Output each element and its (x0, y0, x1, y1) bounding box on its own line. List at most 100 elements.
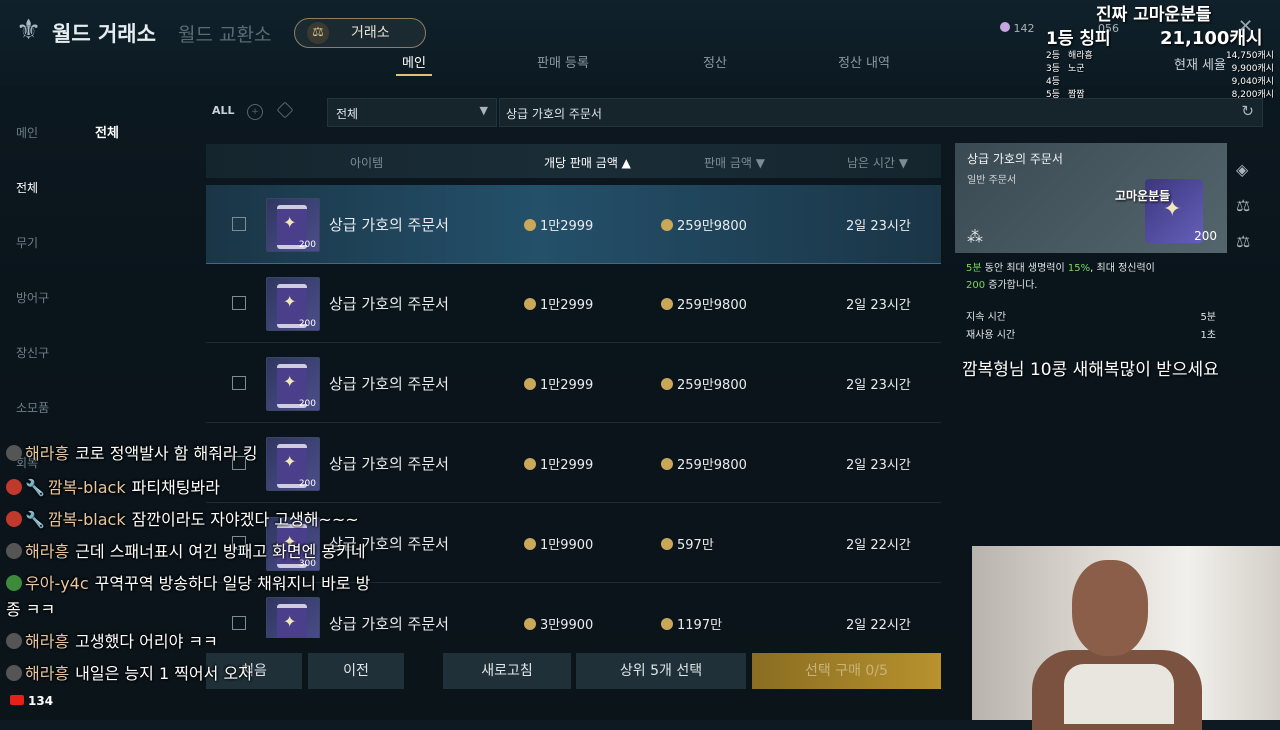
row-checkbox[interactable] (232, 376, 246, 390)
tab-world-exchange[interactable]: 월드 거래소 (52, 18, 156, 48)
coin-icon (661, 618, 673, 630)
select-top5-button[interactable]: 상위 5개 선택 (576, 653, 746, 689)
ranking-row: 3등 노군 9,900캐시 (1046, 64, 1274, 74)
chat-message: 🔧 깜복-black 잠깐이라도 자야겠다 고생해~~~ (6, 506, 359, 530)
header-price[interactable]: 판매 금액 ▼ (704, 154, 765, 171)
wrench-icon: 🔧 (25, 510, 45, 529)
ranking-row: 2등 해라흥 14,750캐시 (1046, 51, 1274, 61)
total-price: 259만9800 (661, 454, 747, 473)
table-row[interactable]: ✦ 200 상급 가호의 주문서 1만2999 259만9800 2일 23시간 (206, 264, 941, 343)
chat-message: 해라흥 근데 스패너표시 여긴 방패고 화면엔 몽키네 (6, 538, 366, 562)
time-left: 2일 23시간 (846, 298, 911, 313)
compare-icon[interactable]: ⚖ (1236, 196, 1250, 215)
table-row[interactable]: ✦ 200 상급 가호의 주문서 1만2999 259만9800 2일 23시간 (206, 185, 941, 264)
detail-qty: 200 (1194, 229, 1217, 243)
item-name: 상급 가호의 주문서 (329, 375, 449, 393)
item-name: 상급 가호의 주문서 (329, 295, 449, 313)
chevron-down-icon: ▼ (479, 104, 488, 117)
header-unit-price[interactable]: 개당 판매 금액 ▲ (544, 154, 631, 171)
close-icon[interactable]: ✕ (1238, 16, 1253, 37)
time-left: 2일 23시간 (846, 219, 911, 234)
coin-icon (524, 298, 536, 310)
sidebar-item-consumable[interactable]: 소모품 (16, 399, 49, 416)
scroll-item-icon: ✦ 200 (266, 437, 320, 491)
filter-all[interactable]: ALL (212, 104, 235, 117)
header-time[interactable]: 남은 시간 ▼ (847, 154, 908, 171)
prev-page-button[interactable]: 이전 (308, 653, 404, 689)
tab-sell-register[interactable]: 판매 등록 (537, 52, 589, 71)
refresh-icon[interactable]: ↻ (1241, 102, 1254, 120)
filter-icon[interactable]: ◈ (1236, 160, 1248, 179)
coin-icon (661, 538, 673, 550)
scroll-item-icon: ✦ 200 (266, 357, 320, 411)
scroll-item-icon: ✦ (266, 597, 320, 638)
tab-settlement-history[interactable]: 정산 내역 (838, 52, 890, 71)
chat-message: 우아-y4c 꾸역꾸역 방송하다 일당 채워지니 바로 방 (6, 570, 370, 594)
sidebar-item-armor[interactable]: 방어구 (16, 289, 49, 306)
tab-world-trade[interactable]: 월드 교환소 (178, 20, 271, 47)
avatar (6, 575, 22, 591)
time-left: 2일 22시간 (846, 538, 911, 553)
share-icon[interactable]: ⁂ (967, 227, 983, 246)
sidebar-item-all[interactable]: 전체 (16, 179, 38, 196)
scroll-item-icon: ✦ 200 (266, 198, 320, 252)
detail-item-name: 상급 가호의 주문서 (967, 152, 1063, 166)
row-checkbox[interactable] (232, 616, 246, 630)
tab-settlement[interactable]: 정산 (703, 52, 727, 71)
scroll-item-icon: ✦ 200 (266, 277, 320, 331)
avatar (6, 479, 22, 495)
webcam-overlay (972, 546, 1280, 730)
filter-diamond-icon[interactable] (276, 101, 294, 119)
category-select[interactable]: 전체 ▼ (327, 98, 497, 127)
sidebar-item-accessory[interactable]: 장신구 (16, 344, 49, 361)
balance-icon[interactable]: ⚖ (1236, 232, 1250, 251)
chat-message: 해라흥 내일은 능지 1 찍어서 오자 (6, 660, 253, 684)
unit-price: 1만2999 (524, 454, 593, 473)
table-row[interactable]: ✦ 200 상급 가호의 주문서 1만2999 259만9800 2일 23시간 (206, 424, 941, 503)
stat-duration: 지속 시간 5분 (966, 312, 1216, 323)
row-checkbox[interactable] (232, 296, 246, 310)
sidebar-item-weapon[interactable]: 무기 (16, 234, 38, 251)
total-price: 259만9800 (661, 215, 747, 234)
exchange-button-label: 거래소 (351, 25, 390, 41)
unit-price: 1만2999 (524, 215, 593, 234)
coin-icon (524, 538, 536, 550)
ranking-title: 진짜 고마운분들 (1096, 5, 1212, 25)
sidebar-subcategory-all[interactable]: 전체 (95, 122, 119, 141)
time-left: 2일 23시간 (846, 378, 911, 393)
total-price: 259만9800 (661, 294, 747, 313)
coin-icon (661, 378, 673, 390)
avatar (6, 633, 22, 649)
buy-selected-button[interactable]: 선택 구매 0/5 (752, 653, 941, 689)
coin-icon (524, 458, 536, 470)
table-row[interactable]: ✦ 200 상급 가호의 주문서 1만2999 259만9800 2일 23시간 (206, 344, 941, 423)
row-checkbox[interactable] (232, 217, 246, 231)
detail-owner: 고마운분들 (1115, 189, 1171, 203)
coin-icon (661, 298, 673, 310)
time-left: 2일 23시간 (846, 458, 911, 473)
sidebar-item-main[interactable]: 메인 (16, 124, 38, 141)
refresh-button[interactable]: 새로고침 (443, 653, 571, 689)
avatar (6, 511, 22, 527)
coin-icon (661, 219, 673, 231)
coin-icon (524, 378, 536, 390)
coin-icon (524, 618, 536, 630)
youtube-icon (10, 695, 24, 705)
unit-price: 1만9900 (524, 534, 593, 553)
chat-message: 종 ㅋㅋ (6, 600, 56, 619)
tab-main[interactable]: 메인 (402, 52, 426, 71)
filter-plus-icon[interactable]: + (247, 104, 263, 120)
chat-message: 🔧 깜복-black 파티채팅봐라 (6, 474, 220, 498)
search-input[interactable]: 상급 가호의 주문서 ↻ (499, 98, 1263, 127)
avatar (6, 665, 22, 681)
exchange-button[interactable]: ⚖ 거래소 (294, 18, 426, 48)
ranking-first: 1등 칭피 (1046, 29, 1111, 49)
total-price: 1197만 (661, 614, 722, 633)
avatar (6, 445, 22, 461)
stat-cooldown: 재사용 시간 1초 (966, 330, 1216, 341)
world-exchange-logo-icon: ⚜ (16, 13, 42, 46)
detail-item-category: 일반 주문서 (967, 175, 1017, 186)
header-item[interactable]: 아이템 (350, 154, 383, 171)
gem-icon (1000, 22, 1010, 32)
unit-price: 1만2999 (524, 374, 593, 393)
